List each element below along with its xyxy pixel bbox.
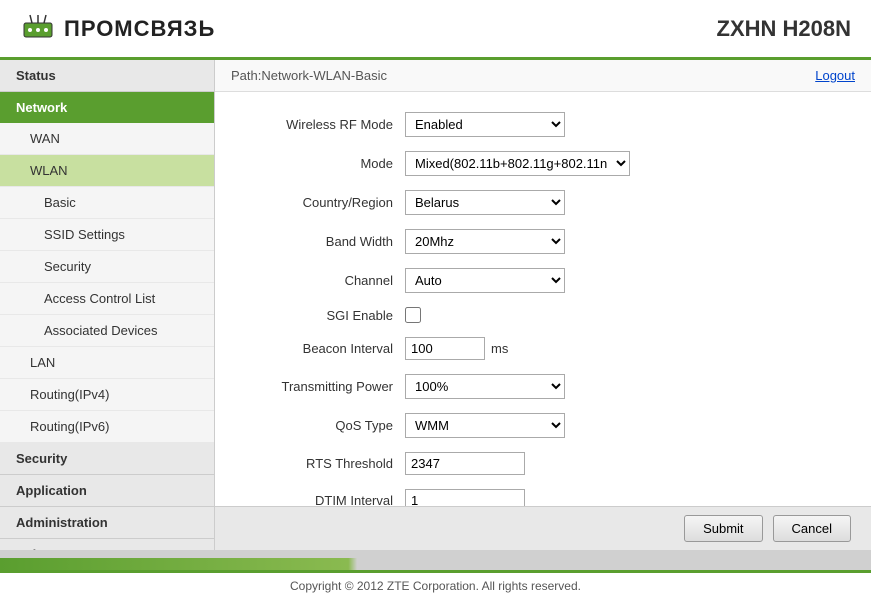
channel-row: Channel Auto 1234 5678 91011: [245, 268, 841, 293]
mode-label: Mode: [245, 156, 405, 171]
copyright-text: Copyright © 2012 ZTE Corporation. All ri…: [290, 579, 581, 593]
beacon-interval-row: Beacon Interval ms: [245, 337, 841, 360]
beacon-interval-unit: ms: [491, 341, 508, 356]
beacon-interval-input[interactable]: [405, 337, 485, 360]
qos-type-label: QoS Type: [245, 418, 405, 433]
dtim-interval-label: DTIM Interval: [245, 493, 405, 506]
mode-select[interactable]: Mixed(802.11b+802.11g+802.11n: [405, 151, 630, 176]
content-area: Path:Network-WLAN-Basic Logout Wireless …: [215, 60, 871, 550]
sidebar-item-lan[interactable]: LAN: [0, 347, 214, 379]
logo-text: ПРОМСВЯЗЬ: [64, 16, 215, 42]
button-bar: Submit Cancel: [215, 506, 871, 550]
transmitting-power-select[interactable]: 100% 75% 50% 25%: [405, 374, 565, 399]
beacon-interval-label: Beacon Interval: [245, 341, 405, 356]
mode-row: Mode Mixed(802.11b+802.11g+802.11n: [245, 151, 841, 176]
cancel-button[interactable]: Cancel: [773, 515, 851, 542]
transmitting-power-row: Transmitting Power 100% 75% 50% 25%: [245, 374, 841, 399]
sidebar-item-application[interactable]: Application: [0, 475, 214, 507]
qos-type-row: QoS Type WMM None: [245, 413, 841, 438]
logo-area: ПРОМСВЯЗЬ: [20, 11, 215, 47]
sidebar-item-administration[interactable]: Administration: [0, 507, 214, 539]
qos-type-select[interactable]: WMM None: [405, 413, 565, 438]
rts-threshold-input[interactable]: [405, 452, 525, 475]
sidebar-item-acl[interactable]: Access Control List: [0, 283, 214, 315]
path-bar: Path:Network-WLAN-Basic Logout: [215, 60, 871, 92]
form-area: Wireless RF Mode Enabled Disabled Mode M…: [215, 92, 871, 506]
sgi-enable-label: SGI Enable: [245, 308, 405, 323]
sgi-enable-row: SGI Enable: [245, 307, 841, 323]
country-region-label: Country/Region: [245, 195, 405, 210]
sidebar-item-wan[interactable]: WAN: [0, 123, 214, 155]
footer-accent-bar: [0, 558, 871, 570]
sidebar-item-status[interactable]: Status: [0, 60, 214, 92]
submit-button[interactable]: Submit: [684, 515, 762, 542]
rts-threshold-label: RTS Threshold: [245, 456, 405, 471]
rts-threshold-row: RTS Threshold: [245, 452, 841, 475]
sidebar-item-network[interactable]: Network: [0, 92, 214, 123]
sgi-enable-checkbox[interactable]: [405, 307, 421, 323]
sidebar-item-associated[interactable]: Associated Devices: [0, 315, 214, 347]
wireless-rf-mode-label: Wireless RF Mode: [245, 117, 405, 132]
copyright-bar: Copyright © 2012 ZTE Corporation. All ri…: [0, 570, 871, 599]
sidebar-item-routing-ipv4[interactable]: Routing(IPv4): [0, 379, 214, 411]
header: ПРОМСВЯЗЬ ZXHN H208N: [0, 0, 871, 60]
country-region-select[interactable]: Belarus: [405, 190, 565, 215]
sidebar-item-wlan[interactable]: WLAN: [0, 155, 214, 187]
logout-link[interactable]: Logout: [815, 68, 855, 83]
band-width-row: Band Width 20Mhz 40Mhz: [245, 229, 841, 254]
country-region-row: Country/Region Belarus: [245, 190, 841, 215]
bottom-section: Copyright © 2012 ZTE Corporation. All ri…: [0, 550, 871, 599]
device-name: ZXHN H208N: [717, 16, 851, 42]
sidebar-item-help-top[interactable]: Help: [0, 539, 214, 550]
sidebar: Status Network WAN WLAN Basic SSID Setti…: [0, 60, 215, 550]
channel-label: Channel: [245, 273, 405, 288]
channel-select[interactable]: Auto 1234 5678 91011: [405, 268, 565, 293]
dtim-interval-input[interactable]: [405, 489, 525, 506]
band-width-label: Band Width: [245, 234, 405, 249]
logo-icon: [20, 11, 56, 47]
wireless-rf-mode-select[interactable]: Enabled Disabled: [405, 112, 565, 137]
sidebar-item-routing-ipv6[interactable]: Routing(IPv6): [0, 411, 214, 443]
sidebar-item-security[interactable]: Security: [0, 443, 214, 475]
breadcrumb: Path:Network-WLAN-Basic: [231, 68, 387, 83]
sidebar-item-security-sub[interactable]: Security: [0, 251, 214, 283]
wireless-rf-mode-row: Wireless RF Mode Enabled Disabled: [245, 112, 841, 137]
band-width-select[interactable]: 20Mhz 40Mhz: [405, 229, 565, 254]
sidebar-item-basic[interactable]: Basic: [0, 187, 214, 219]
transmitting-power-label: Transmitting Power: [245, 379, 405, 394]
dtim-interval-row: DTIM Interval: [245, 489, 841, 506]
sidebar-item-ssid-settings[interactable]: SSID Settings: [0, 219, 214, 251]
